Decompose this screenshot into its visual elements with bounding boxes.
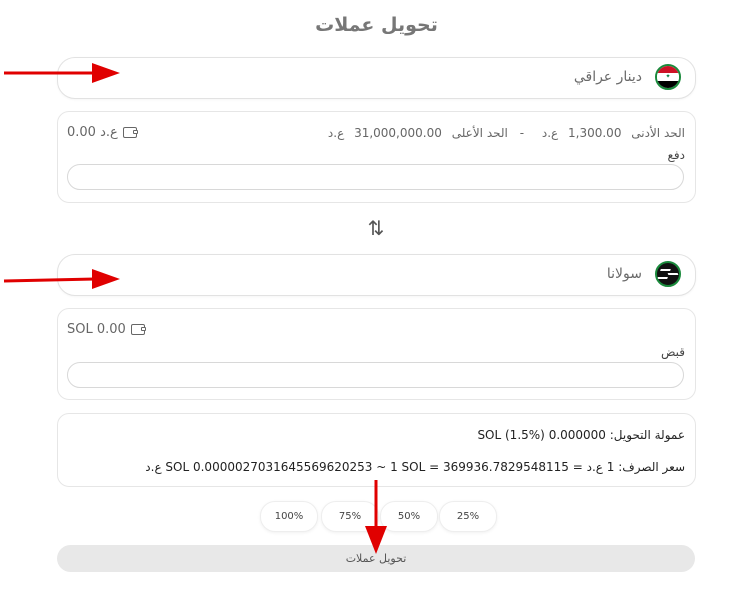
limit-max-unit: ع.د [327,126,345,140]
wallet-icon [122,127,138,138]
solana-logo-icon [655,261,681,287]
fee-text: عمولة التحويل: 0.000000 SOL (1.5%) [477,428,685,442]
from-balance: 0.00 ع.د [67,125,138,140]
limit-min-label: الحد الأدنى [631,126,685,140]
page-title: تحويل عملات [315,14,438,36]
from-amount-panel: الحد الأدنى 1,300.00 ع.د - الحد الأعلى 3… [57,111,696,203]
to-amount-panel: SOL 0.00 قبض [57,308,696,400]
annotation-arrow-icon [4,63,120,83]
from-field-label: دفع [667,148,685,162]
iraq-flag-icon: ✦ [655,64,681,90]
swap-icon[interactable]: ⇅ [363,215,389,241]
to-currency-selector[interactable]: سولانا [57,254,696,296]
from-currency-selector[interactable]: ✦ دينار عراقي [57,57,696,99]
exchange-rate-text: سعر الصرف: 1 ع.د = SOL 0.000002703164556… [145,460,685,474]
conversion-info-panel: عمولة التحويل: 0.000000 SOL (1.5%) سعر ا… [57,413,696,487]
limit-min-value: 1,300.00 [568,126,622,140]
annotation-arrow-icon [3,269,120,289]
percent-100-button[interactable]: 100% [260,501,318,532]
to-currency-name: سولانا [606,266,642,282]
from-balance-value: 0.00 ع.د [67,125,118,140]
limit-max-label: الحد الأعلى [451,126,508,140]
limit-min-unit: ع.د [541,126,559,140]
from-currency-name: دينار عراقي [573,69,642,85]
from-amount-input[interactable] [67,164,684,190]
percent-25-button[interactable]: 25% [439,501,497,532]
annotation-arrow-icon [365,480,387,554]
to-field-label: قبض [660,345,685,359]
to-amount-input[interactable] [67,362,684,388]
limit-max-value: 31,000,000.00 [354,126,442,140]
wallet-icon [130,324,146,335]
to-balance-value: SOL 0.00 [67,322,126,337]
limit-separator: - [519,126,525,140]
from-limits: الحد الأدنى 1,300.00 ع.د - الحد الأعلى 3… [322,126,685,140]
to-balance: SOL 0.00 [67,322,146,337]
